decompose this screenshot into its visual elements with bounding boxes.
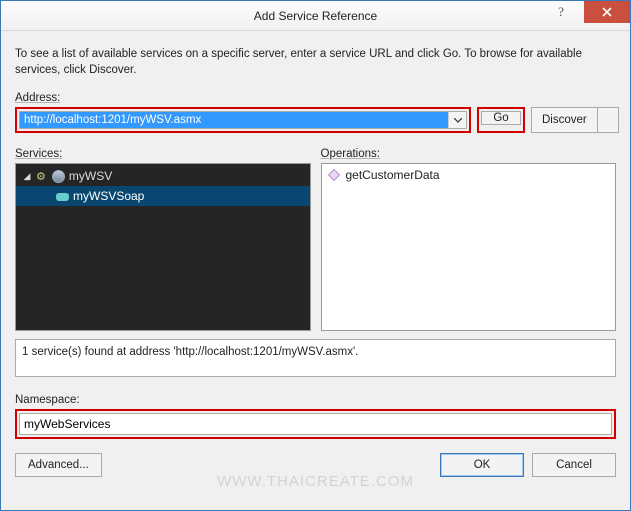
operation-item[interactable]: getCustomerData bbox=[328, 168, 610, 182]
address-dropdown-button[interactable] bbox=[448, 112, 466, 128]
discover-dropdown-button[interactable] bbox=[598, 107, 619, 133]
globe-icon bbox=[52, 170, 65, 183]
tree-node-root[interactable]: ◢ ⚙ myWSV bbox=[16, 166, 310, 186]
services-tree[interactable]: ◢ ⚙ myWSV myWSVSoap bbox=[15, 163, 311, 331]
endpoint-icon bbox=[56, 193, 69, 201]
namespace-label: Namespace: bbox=[15, 394, 616, 406]
operations-list[interactable]: getCustomerData bbox=[321, 163, 617, 331]
intro-text: To see a list of available services on a… bbox=[15, 47, 616, 78]
go-highlight: Go bbox=[477, 107, 525, 133]
namespace-input[interactable] bbox=[19, 413, 612, 435]
advanced-button[interactable]: Advanced... bbox=[15, 453, 102, 477]
address-row: Go Discover bbox=[15, 107, 616, 133]
dialog-content: To see a list of available services on a… bbox=[1, 31, 630, 487]
tree-node-child[interactable]: myWSVSoap bbox=[16, 186, 310, 206]
window-controls: ? bbox=[538, 1, 630, 23]
address-label: Address: bbox=[15, 92, 616, 104]
panes: Services: ◢ ⚙ myWSV myWSVSoap Operations… bbox=[15, 145, 616, 331]
expand-collapse-icon[interactable]: ◢ bbox=[22, 171, 32, 182]
window-title: Add Service Reference bbox=[254, 9, 377, 23]
namespace-highlight bbox=[15, 409, 616, 439]
titlebar: Add Service Reference ? bbox=[1, 1, 630, 31]
close-button[interactable] bbox=[584, 1, 630, 23]
operations-label: Operations: bbox=[321, 148, 617, 160]
address-highlight bbox=[15, 107, 471, 133]
status-text: 1 service(s) found at address 'http://lo… bbox=[22, 346, 358, 358]
tree-node-label: myWSVSoap bbox=[73, 189, 144, 203]
help-button[interactable]: ? bbox=[538, 1, 584, 23]
discover-split-button: Discover bbox=[531, 107, 619, 133]
address-input[interactable] bbox=[20, 112, 448, 128]
discover-button[interactable]: Discover bbox=[531, 107, 598, 133]
cancel-button[interactable]: Cancel bbox=[532, 453, 616, 477]
ok-button[interactable]: OK bbox=[440, 453, 524, 477]
go-button[interactable]: Go bbox=[481, 111, 521, 125]
services-pane: Services: ◢ ⚙ myWSV myWSVSoap bbox=[15, 145, 311, 331]
dialog-window: Add Service Reference ? To see a list of… bbox=[0, 0, 631, 511]
operations-pane: Operations: getCustomerData bbox=[321, 145, 617, 331]
gear-icon: ⚙ bbox=[36, 170, 46, 183]
operation-label: getCustomerData bbox=[346, 168, 440, 182]
close-icon bbox=[602, 7, 612, 17]
services-label: Services: bbox=[15, 148, 311, 160]
bottom-row: Advanced... OK Cancel bbox=[15, 453, 616, 477]
tree-node-label: myWSV bbox=[69, 169, 112, 183]
address-combo[interactable] bbox=[19, 111, 467, 129]
operation-icon bbox=[328, 169, 340, 181]
status-box: 1 service(s) found at address 'http://lo… bbox=[15, 339, 616, 377]
chevron-down-icon bbox=[454, 118, 462, 123]
